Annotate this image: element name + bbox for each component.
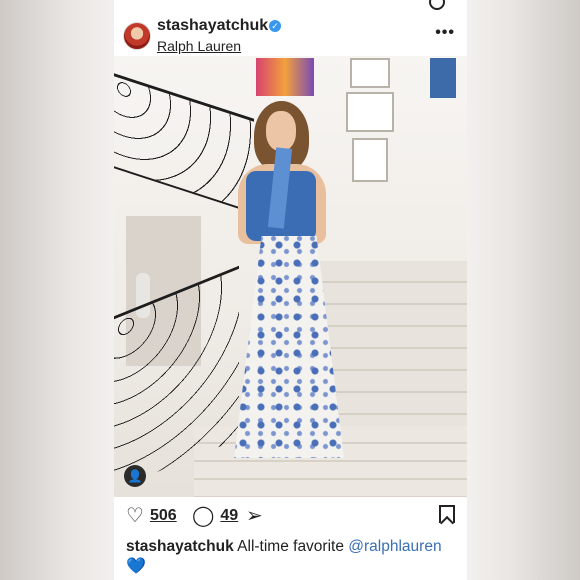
verified-badge-icon: ✓: [269, 20, 281, 32]
save-action[interactable]: [439, 505, 455, 523]
post-photo[interactable]: 👤: [114, 56, 467, 497]
share-action[interactable]: ➢: [246, 505, 263, 527]
framed-picture: [350, 58, 390, 88]
location-link[interactable]: Ralph Lauren: [157, 38, 241, 54]
username[interactable]: stashayatchuk: [157, 17, 268, 35]
comment-action[interactable]: ◯ 49: [192, 505, 238, 527]
action-bar: ♡ 506 ◯ 49 ➢: [114, 505, 467, 531]
framed-picture: [352, 138, 388, 182]
caption-username[interactable]: stashayatchuk: [126, 538, 234, 555]
blue-painting: [430, 58, 456, 98]
model-face: [266, 111, 296, 151]
caption-text: All-time favorite: [237, 538, 344, 555]
instagram-post-card: stashayatchuk ✓ Ralph Lauren ••• 👤 ♡ 506…: [114, 0, 467, 580]
more-options-icon[interactable]: •••: [435, 24, 455, 42]
comment-icon[interactable]: ◯: [192, 505, 214, 527]
post-header: stashayatchuk ✓ Ralph Lauren •••: [114, 14, 467, 54]
caption: stashayatchuk All-time favorite @ralphla…: [126, 537, 456, 577]
colorful-painting: [256, 58, 314, 96]
like-action[interactable]: ♡ 506: [126, 505, 177, 527]
avatar[interactable]: [123, 22, 151, 50]
blue-heart-emoji: 💙: [126, 558, 146, 575]
top-icon-fragment: [429, 0, 445, 10]
heart-icon[interactable]: ♡: [126, 505, 144, 527]
framed-picture: [346, 92, 394, 132]
share-icon[interactable]: ➢: [246, 505, 263, 527]
bookmark-icon[interactable]: [439, 505, 455, 523]
like-count[interactable]: 506: [150, 507, 177, 525]
comment-count[interactable]: 49: [220, 507, 238, 525]
caption-mention[interactable]: @ralphlauren: [348, 538, 441, 555]
user-tag-icon[interactable]: 👤: [124, 465, 146, 487]
